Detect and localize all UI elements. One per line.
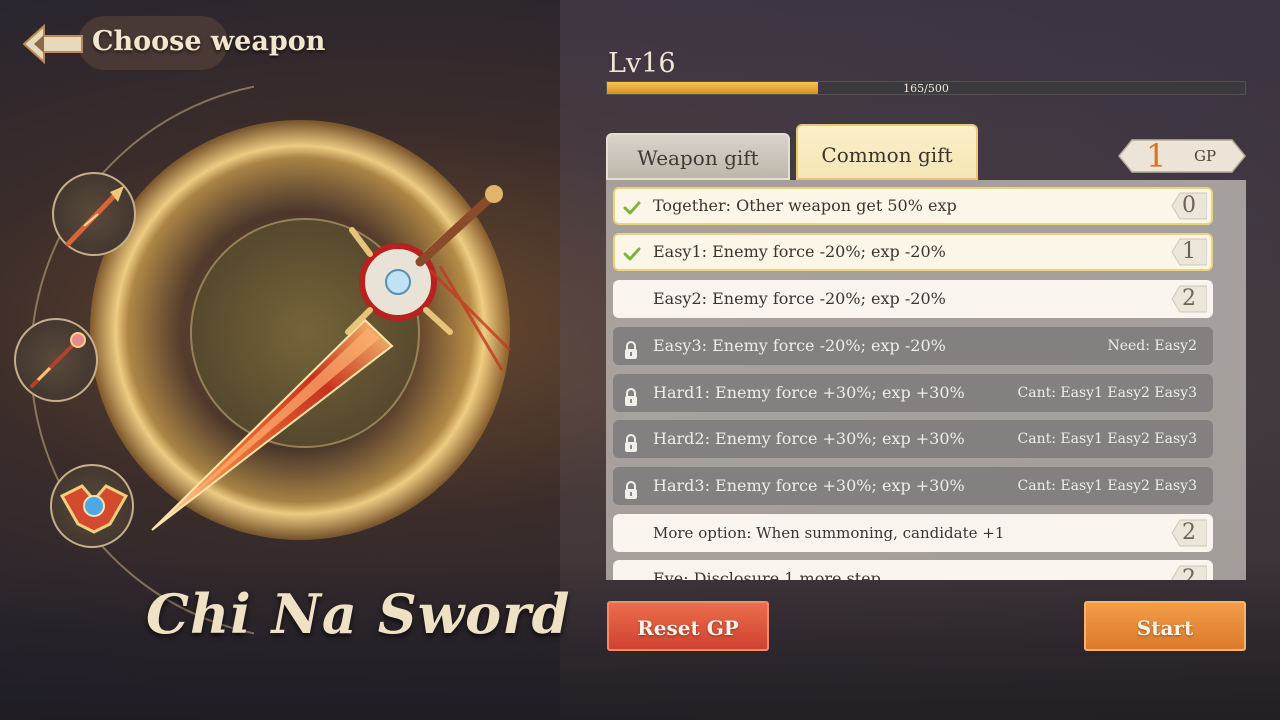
gift-row[interactable]: Easy1: Enemy force -20%; exp -20% 1 (613, 233, 1213, 271)
gift-requirement: Cant: Easy1 Easy2 Easy3 (1017, 385, 1197, 401)
gift-cost-value: 1 (1182, 239, 1196, 264)
gift-requirement: Cant: Easy1 Easy2 Easy3 (1017, 431, 1197, 447)
lock-icon (621, 476, 641, 499)
lock-icon (621, 336, 641, 359)
gift-row[interactable]: Hard2: Enemy force +30%; exp +30% Cant: E… (613, 420, 1213, 458)
gift-row[interactable]: Together: Other weapon get 50% exp 0 (613, 187, 1213, 225)
gift-list[interactable]: Together: Other weapon get 50% exp 0 Easy1… (606, 180, 1246, 580)
gift-cost-badge: 2 (1171, 285, 1207, 313)
exp-progress-text: 165/500 (903, 82, 949, 95)
gift-cost-badge: 2 (1171, 519, 1207, 547)
gift-row[interactable]: Eye: Disclosure 1 more step 2 (613, 560, 1213, 580)
weapon-thumb-3[interactable] (50, 464, 134, 548)
spear-icon (65, 186, 124, 247)
gp-badge-frame (1118, 139, 1246, 173)
gift-row[interactable]: Hard3: Enemy force +30%; exp +30% Cant: E… (613, 467, 1213, 505)
gift-text: Easy1: Enemy force -20%; exp -20% (653, 242, 946, 261)
gift-row[interactable]: Easy2: Enemy force -20%; exp -20% 2 (613, 280, 1213, 318)
reset-gp-button[interactable]: Reset GP (607, 601, 769, 651)
gift-text: Easy2: Enemy force -20%; exp -20% (653, 289, 946, 308)
tab-weapon-gift[interactable]: Weapon gift (606, 133, 790, 180)
sword-illustration (151, 185, 512, 531)
gp-counter: 1 GP (1118, 137, 1246, 175)
back-arrow-icon[interactable] (18, 18, 90, 70)
gift-text: Together: Other weapon get 50% exp (653, 196, 957, 215)
lock-icon (621, 429, 641, 452)
gift-cost-value: 2 (1182, 520, 1196, 545)
checkmark-icon (622, 242, 642, 262)
gift-cost-badge: 1 (1171, 238, 1207, 266)
weapon-thumb-2[interactable] (14, 318, 98, 402)
lock-icon (621, 383, 641, 406)
gift-requirement: Cant: Easy1 Easy2 Easy3 (1017, 478, 1197, 494)
gift-cost-value: 2 (1182, 286, 1196, 311)
gift-text: Hard2: Enemy force +30%; exp +30% (653, 429, 965, 448)
start-button[interactable]: Start (1084, 601, 1246, 651)
gift-text: Hard3: Enemy force +30%; exp +30% (653, 476, 965, 495)
gift-requirement: Need: Easy2 (1107, 338, 1197, 354)
page-title: Choose weapon (92, 26, 326, 57)
tab-common-gift[interactable]: Common gift (796, 124, 978, 180)
gift-cost-value: 2 (1182, 566, 1196, 580)
gem-amulet-icon (59, 484, 129, 534)
gift-cost-value: 0 (1182, 193, 1196, 218)
gp-value: 1 (1146, 137, 1167, 175)
level-label: Lv16 (608, 48, 676, 79)
gift-cost-badge: 2 (1171, 565, 1207, 580)
gift-row[interactable]: Easy3: Enemy force -20%; exp -20% Need: E… (613, 327, 1213, 365)
gift-text: Easy3: Enemy force -20%; exp -20% (653, 336, 946, 355)
gift-text: More option: When summoning, candidate +… (653, 524, 1005, 542)
gift-row[interactable]: Hard1: Enemy force +30%; exp +30% Cant: E… (613, 374, 1213, 412)
gift-text: Hard1: Enemy force +30%; exp +30% (653, 383, 965, 402)
gp-label: GP (1194, 147, 1217, 165)
weapon-thumb-1[interactable] (52, 172, 136, 256)
exp-progress-bar: 165/500 (606, 81, 1246, 95)
gift-cost-badge: 0 (1171, 192, 1207, 220)
staff-icon (30, 332, 86, 388)
gift-text: Eye: Disclosure 1 more step (653, 569, 881, 580)
gift-row[interactable]: More option: When summoning, candidate +… (613, 514, 1213, 552)
checkmark-icon (622, 196, 642, 216)
weapon-name: Chi Na Sword (146, 582, 571, 646)
